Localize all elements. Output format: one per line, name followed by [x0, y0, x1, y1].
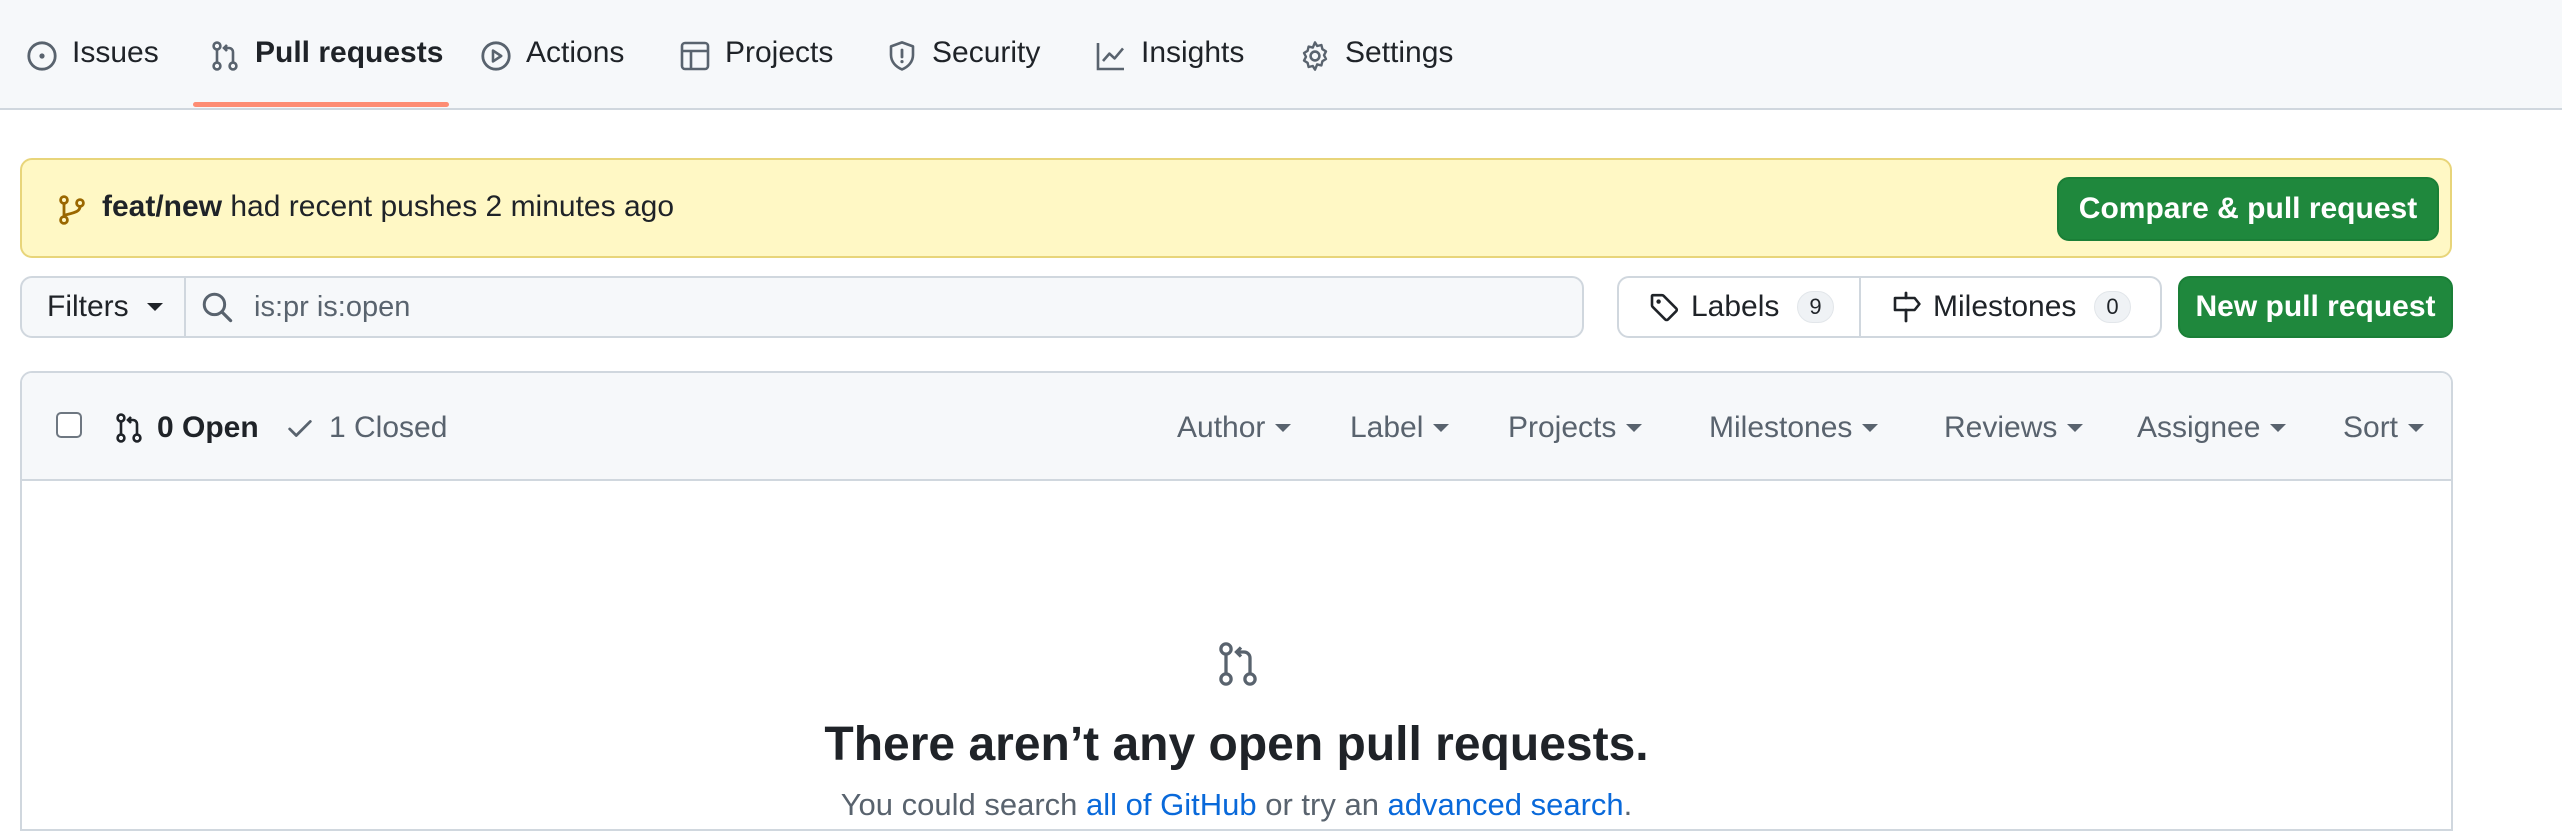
pull-request-list: 0 Open 1 Closed Author Label Projects Mi… — [20, 371, 2453, 831]
empty-sub-suffix: . — [1623, 787, 1633, 822]
new-pull-request-button[interactable]: New pull request — [2178, 276, 2453, 338]
play-icon — [481, 41, 511, 71]
empty-state-title: There aren’t any open pull requests. — [824, 718, 1649, 771]
tab-label: Issues — [72, 36, 159, 69]
list-header: 0 Open 1 Closed Author Label Projects Mi… — [22, 373, 2451, 481]
caret-down-icon — [2067, 424, 2084, 432]
empty-sub-prefix: You could search — [840, 787, 1087, 822]
milestone-icon — [1893, 291, 1921, 323]
git-pull-request-icon — [1219, 642, 1257, 686]
shield-icon — [889, 41, 915, 71]
tab-label: Security — [932, 36, 1041, 69]
tab-label: Projects — [725, 36, 834, 69]
all-of-github-link[interactable]: all of GitHub — [1086, 787, 1257, 822]
labels-milestones-group: Labels 9 Milestones 0 — [1617, 276, 2162, 338]
search-input[interactable] — [252, 289, 1552, 325]
milestones-label: Milestones — [1933, 290, 2077, 323]
select-all-checkbox[interactable] — [56, 412, 82, 438]
filter-label: Milestones — [1709, 411, 1853, 444]
filters-label: Filters — [47, 290, 129, 323]
sort-dropdown[interactable]: Sort — [2343, 411, 2425, 445]
tab-insights[interactable]: Insights — [1079, 26, 1260, 98]
labels-button[interactable]: Labels 9 — [1619, 278, 1861, 336]
search-field[interactable] — [184, 276, 1584, 338]
caret-down-icon — [2270, 424, 2287, 432]
repo-nav: Issues Pull requests Actions Projects Se… — [0, 0, 2562, 110]
git-pull-request-icon — [116, 413, 142, 443]
check-icon — [288, 420, 312, 437]
table-icon — [680, 41, 710, 71]
author-filter-dropdown[interactable]: Author — [1177, 411, 1292, 445]
graph-icon — [1096, 43, 1124, 71]
tag-icon — [1650, 293, 1679, 322]
tab-label: Settings — [1345, 36, 1454, 69]
tab-issues[interactable]: Issues — [10, 26, 175, 98]
labels-label: Labels — [1691, 290, 1780, 323]
filter-label: Sort — [2343, 411, 2399, 444]
closed-filter-link[interactable]: 1 Closed — [285, 411, 447, 445]
open-filter-link[interactable]: 0 Open — [113, 411, 259, 445]
empty-sub-middle: or try an — [1256, 787, 1388, 822]
tab-pull-requests[interactable]: Pull requests — [193, 26, 459, 98]
labels-count-badge: 9 — [1797, 291, 1834, 323]
open-count-label: 0 Open — [157, 411, 259, 444]
caret-down-icon — [146, 303, 163, 311]
compare-pull-request-button[interactable]: Compare & pull request — [2057, 177, 2439, 241]
filters-dropdown-button[interactable]: Filters — [20, 276, 186, 338]
filter-label: Projects — [1508, 411, 1617, 444]
git-branch-icon — [59, 195, 85, 225]
assignee-filter-dropdown[interactable]: Assignee — [2137, 411, 2287, 445]
caret-down-icon — [1433, 424, 1450, 432]
caret-down-icon — [1862, 424, 1879, 432]
branch-name[interactable]: feat/new — [102, 190, 222, 223]
caret-down-icon — [1275, 424, 1292, 432]
tab-label: Insights — [1141, 36, 1245, 69]
tab-security[interactable]: Security — [870, 26, 1056, 98]
filter-label: Assignee — [2137, 411, 2261, 444]
caret-down-icon — [2408, 424, 2425, 432]
banner-text: feat/new had recent pushes 2 minutes ago — [102, 190, 674, 224]
tab-label: Actions — [526, 36, 625, 69]
filter-label: Label — [1350, 411, 1424, 444]
milestones-count-badge: 0 — [2094, 291, 2131, 323]
banner-message: had recent pushes 2 minutes ago — [230, 190, 675, 223]
selected-tab-underline — [193, 102, 449, 107]
issue-opened-icon — [27, 41, 57, 71]
projects-filter-dropdown[interactable]: Projects — [1508, 411, 1643, 445]
milestones-button[interactable]: Milestones 0 — [1861, 278, 2131, 336]
git-pull-request-icon — [212, 41, 238, 71]
tab-settings[interactable]: Settings — [1283, 26, 1469, 98]
filter-label: Reviews — [1944, 411, 2058, 444]
label-filter-dropdown[interactable]: Label — [1350, 411, 1450, 445]
tab-actions[interactable]: Actions — [464, 26, 640, 98]
search-icon — [202, 292, 233, 323]
tab-label: Pull requests — [255, 36, 444, 69]
reviews-filter-dropdown[interactable]: Reviews — [1944, 411, 2084, 445]
gear-icon — [1302, 41, 1328, 71]
closed-count-label: 1 Closed — [329, 411, 448, 444]
filter-label: Author — [1177, 411, 1266, 444]
advanced-search-link[interactable]: advanced search — [1388, 787, 1624, 822]
recent-push-banner: feat/new had recent pushes 2 minutes ago… — [20, 158, 2452, 258]
tab-projects[interactable]: Projects — [663, 26, 849, 98]
caret-down-icon — [1626, 424, 1643, 432]
milestones-filter-dropdown[interactable]: Milestones — [1709, 411, 1879, 445]
